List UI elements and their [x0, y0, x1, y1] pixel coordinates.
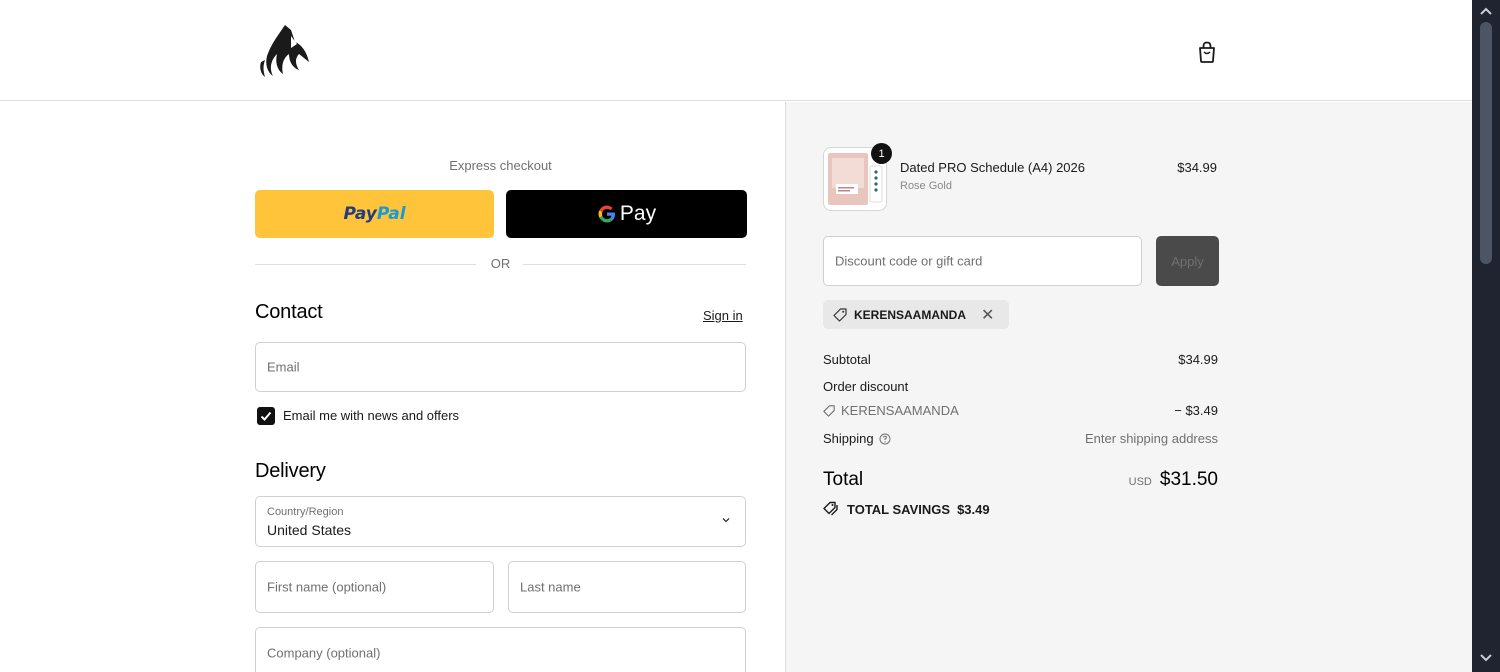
help-circle-icon[interactable] — [879, 433, 891, 445]
currency-code: USD — [1128, 476, 1152, 488]
company-field[interactable]: Company (optional) — [255, 627, 746, 672]
email-placeholder: Email — [267, 359, 300, 375]
country-label: Country/Region — [267, 506, 344, 518]
first-name-field[interactable]: First name (optional) — [255, 561, 494, 613]
scroll-up-arrow-icon[interactable] — [1478, 5, 1494, 17]
remove-discount-icon[interactable]: ✕ — [981, 305, 994, 325]
paypal-label-pay: Pay — [343, 204, 377, 224]
product-name: Dated PRO Schedule (A4) 2026 — [900, 160, 1085, 175]
last-name-placeholder: Last name — [520, 579, 581, 595]
last-name-field[interactable]: Last name — [508, 561, 746, 613]
discount-code-row: KERENSAAMANDA — [823, 403, 959, 418]
express-checkout-label: Express checkout — [449, 158, 552, 173]
discount-code-input[interactable]: Discount code or gift card — [823, 236, 1142, 286]
company-placeholder: Company (optional) — [267, 645, 381, 661]
total-label: Total — [823, 469, 864, 490]
total-value: $31.50 — [1159, 469, 1218, 490]
product-price: $34.99 — [1177, 160, 1217, 175]
subtotal-value: $34.99 — [1178, 352, 1218, 367]
paypal-label-pal: Pal — [376, 204, 406, 224]
savings-tag-icon — [823, 501, 838, 516]
savings-label: TOTAL SAVINGS — [847, 501, 951, 517]
quantity-badge: 1 — [871, 143, 892, 164]
applied-discount-chip: KERENSAAMANDA ✕ — [823, 300, 1009, 329]
total-savings: TOTAL SAVINGS $3.49 — [823, 501, 990, 517]
google-g-icon — [598, 205, 615, 223]
first-name-placeholder: First name (optional) — [267, 579, 387, 595]
gpay-label: Pay — [619, 202, 657, 225]
chevron-down-icon — [722, 518, 730, 523]
discount-code-label: KERENSAAMANDA — [841, 403, 959, 418]
product-variant: Rose Gold — [900, 180, 952, 192]
country-value: United States — [267, 522, 352, 538]
paypal-button[interactable]: Pay Pal — [255, 190, 494, 238]
scroll-down-arrow-icon[interactable] — [1478, 652, 1494, 664]
fox-logo[interactable] — [255, 22, 313, 80]
newsletter-label: Email me with news and offers — [283, 408, 460, 423]
discount-value: − $3.49 — [1174, 403, 1218, 418]
scrollbar-thumb[interactable] — [1480, 22, 1492, 264]
site-header — [0, 0, 1472, 101]
shopping-bag-icon[interactable] — [1196, 40, 1218, 64]
savings-value: $3.49 — [957, 501, 990, 517]
sign-in-link[interactable]: Sign in — [703, 308, 743, 323]
apply-button[interactable]: Apply — [1156, 236, 1219, 286]
total-amount: USD $31.50 — [1129, 469, 1218, 491]
country-select[interactable]: Country/Region United States — [255, 496, 746, 547]
checkmark-icon — [260, 411, 272, 421]
google-pay-button[interactable]: Pay — [506, 190, 747, 238]
tag-icon — [833, 307, 847, 322]
newsletter-checkbox[interactable] — [257, 407, 275, 425]
shipping-label: Shipping — [823, 431, 874, 446]
tag-icon — [823, 404, 835, 417]
shipping-row: Shipping — [823, 431, 891, 446]
applied-code: KERENSAAMANDA — [854, 307, 967, 322]
delivery-heading: Delivery — [255, 460, 326, 482]
subtotal-label: Subtotal — [823, 352, 871, 367]
shipping-value: Enter shipping address — [1085, 431, 1218, 446]
contact-heading: Contact — [255, 301, 323, 323]
order-discount-label: Order discount — [823, 379, 909, 394]
or-divider: OR — [255, 256, 746, 272]
discount-placeholder: Discount code or gift card — [835, 253, 983, 269]
email-field[interactable]: Email — [255, 342, 746, 392]
